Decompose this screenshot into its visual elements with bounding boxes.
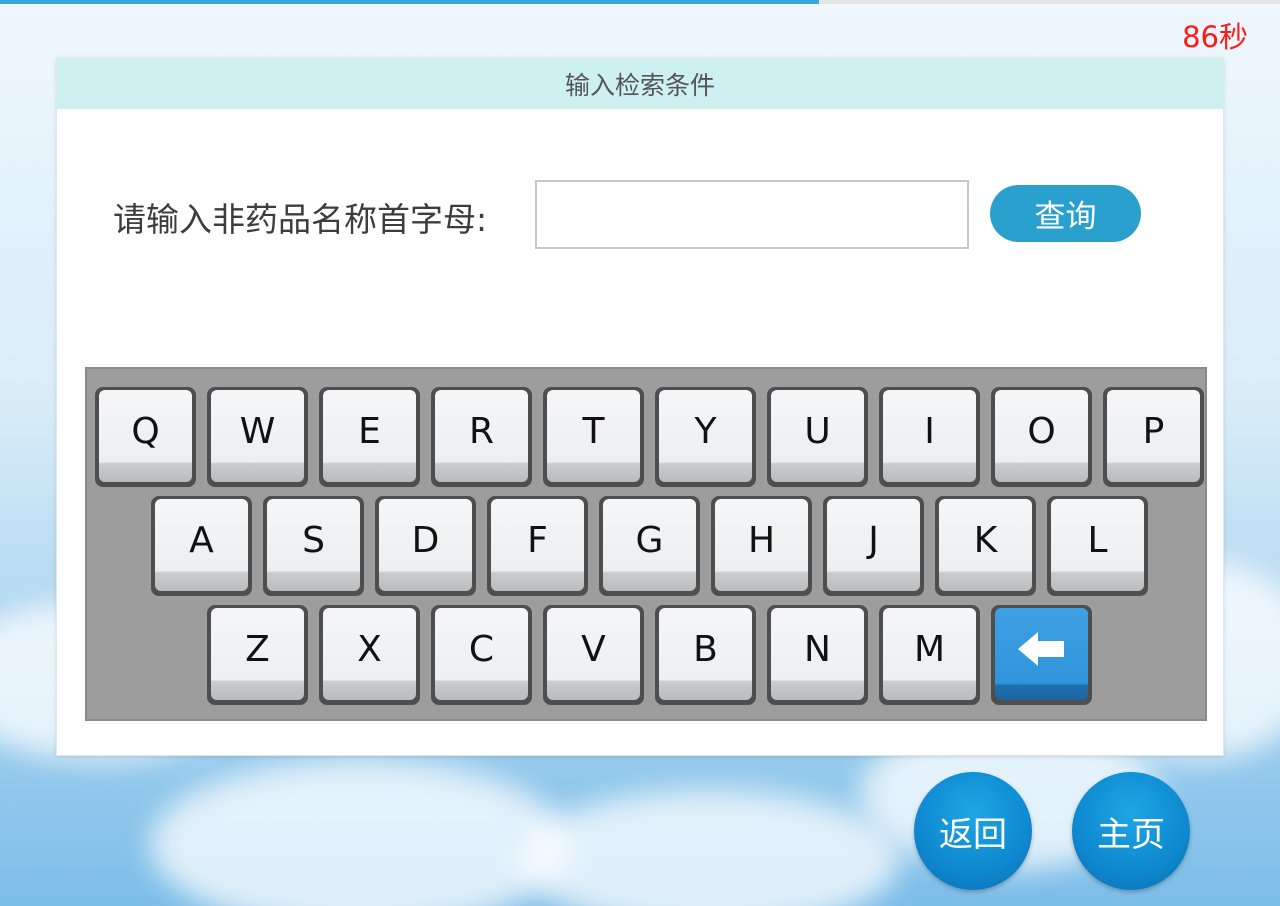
key-label: J: [827, 499, 920, 591]
key-label: M: [883, 608, 976, 700]
key-v[interactable]: V: [543, 605, 644, 705]
panel-title: 输入检索条件: [57, 59, 1223, 109]
key-i[interactable]: I: [879, 387, 980, 487]
home-button[interactable]: 主页: [1072, 772, 1190, 890]
key-label: D: [379, 499, 472, 591]
key-y[interactable]: Y: [655, 387, 756, 487]
key-label: V: [547, 608, 640, 700]
key-label: H: [715, 499, 808, 591]
key-label: F: [491, 499, 584, 591]
key-label: U: [771, 390, 864, 482]
key-m[interactable]: M: [879, 605, 980, 705]
key-n[interactable]: N: [767, 605, 868, 705]
key-label: R: [435, 390, 528, 482]
key-r[interactable]: R: [431, 387, 532, 487]
key-label: I: [883, 390, 976, 482]
key-label: S: [267, 499, 360, 591]
key-d[interactable]: D: [375, 496, 476, 596]
key-t[interactable]: T: [543, 387, 644, 487]
key-p[interactable]: P: [1103, 387, 1204, 487]
key-c[interactable]: C: [431, 605, 532, 705]
back-button[interactable]: 返回: [914, 772, 1032, 890]
key-j[interactable]: J: [823, 496, 924, 596]
backspace-key-face: [995, 608, 1088, 700]
search-panel: 输入检索条件 请输入非药品名称首字母: 查询 QWERTYUIOP ASDFGHJ…: [56, 58, 1224, 756]
key-h[interactable]: H: [711, 496, 812, 596]
key-label: Q: [99, 390, 192, 482]
left-arrow-icon: [1017, 632, 1064, 666]
key-x[interactable]: X: [319, 605, 420, 705]
key-e[interactable]: E: [319, 387, 420, 487]
key-g[interactable]: G: [599, 496, 700, 596]
key-label: E: [323, 390, 416, 482]
key-z[interactable]: Z: [207, 605, 308, 705]
query-button[interactable]: 查询: [990, 185, 1141, 242]
timeout-progress-bar: [0, 0, 1280, 4]
key-label: P: [1107, 390, 1200, 482]
background-cloud: [520, 790, 900, 906]
onscreen-keyboard: QWERTYUIOP ASDFGHJKL ZXCVBNM: [85, 367, 1207, 721]
key-w[interactable]: W: [207, 387, 308, 487]
timeout-progress-fill: [0, 0, 820, 4]
search-input[interactable]: [535, 180, 969, 249]
key-label: X: [323, 608, 416, 700]
key-k[interactable]: K: [935, 496, 1036, 596]
key-o[interactable]: O: [991, 387, 1092, 487]
key-f[interactable]: F: [487, 496, 588, 596]
key-label: W: [211, 390, 304, 482]
key-l[interactable]: L: [1047, 496, 1148, 596]
key-label: L: [1051, 499, 1144, 591]
key-label: A: [155, 499, 248, 591]
key-label: C: [435, 608, 528, 700]
key-label: B: [659, 608, 752, 700]
key-q[interactable]: Q: [95, 387, 196, 487]
key-label: G: [603, 499, 696, 591]
key-label: Z: [211, 608, 304, 700]
backspace-key[interactable]: [991, 605, 1092, 705]
key-label: Y: [659, 390, 752, 482]
key-label: N: [771, 608, 864, 700]
key-b[interactable]: B: [655, 605, 756, 705]
key-label: O: [995, 390, 1088, 482]
key-s[interactable]: S: [263, 496, 364, 596]
search-label: 请输入非药品名称首字母:: [113, 200, 488, 239]
key-a[interactable]: A: [151, 496, 252, 596]
key-label: T: [547, 390, 640, 482]
background-cloud: [150, 760, 570, 906]
key-label: K: [939, 499, 1032, 591]
key-u[interactable]: U: [767, 387, 868, 487]
countdown-timer: 86秒: [1182, 20, 1248, 54]
